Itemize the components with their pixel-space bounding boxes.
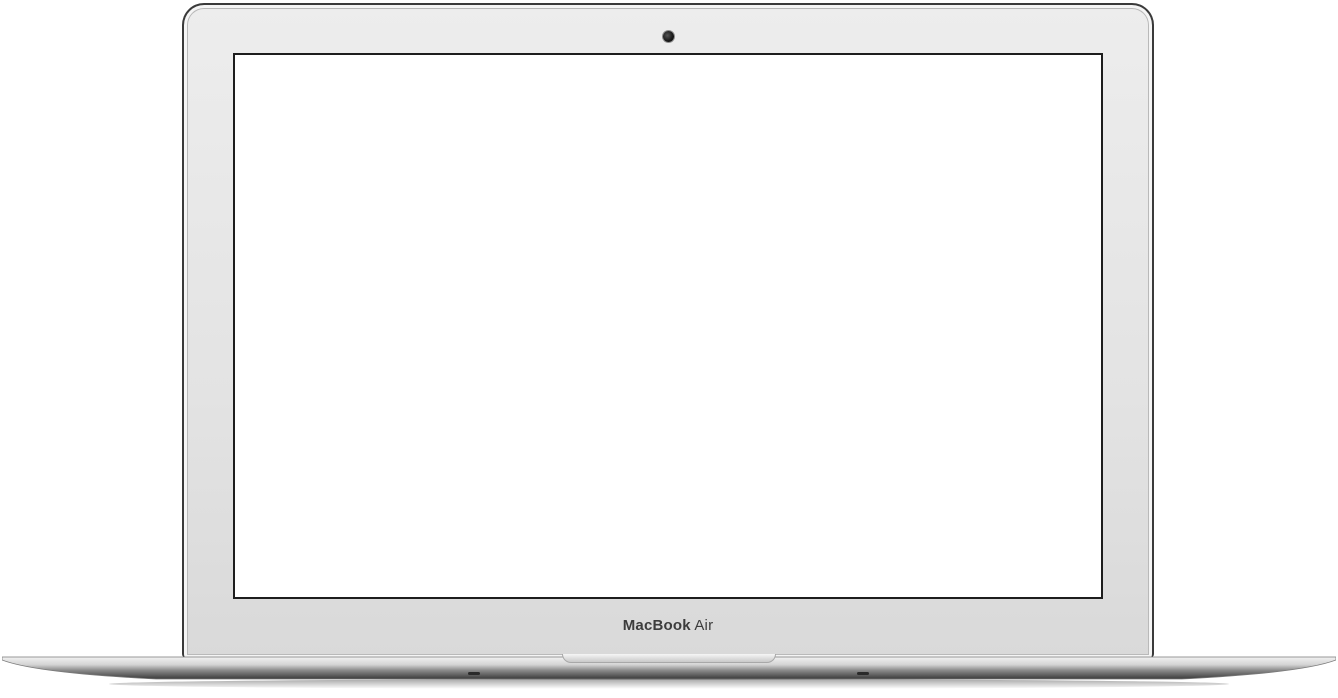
camera-icon [663, 31, 674, 42]
brand-name-bold: MacBook [622, 617, 691, 634]
screen-display [233, 53, 1103, 599]
device-brand-label: MacBook Air [560, 617, 776, 639]
brand-name-regular: Air [694, 617, 714, 634]
laptop-foot-left [468, 672, 480, 675]
laptop-foot-right [857, 672, 869, 675]
lid-opening-notch [562, 654, 776, 663]
